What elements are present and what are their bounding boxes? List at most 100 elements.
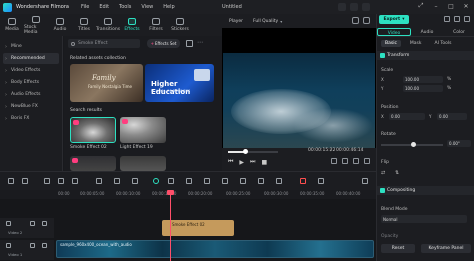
favorite-icon[interactable] <box>72 158 78 163</box>
grid-icon[interactable] <box>8 178 14 184</box>
audio-icon[interactable] <box>222 178 228 184</box>
export-button[interactable]: Export ▾ <box>379 15 409 24</box>
tab-video[interactable]: Video <box>377 28 411 36</box>
flip-horizontal-icon[interactable]: ⇄ <box>381 170 385 176</box>
rotate-knob[interactable] <box>411 142 416 147</box>
tab-stock-media[interactable]: Stock Media <box>24 14 48 36</box>
color-icon[interactable] <box>204 178 210 184</box>
more-icon[interactable]: ⋯ <box>197 39 203 46</box>
progress-knob[interactable] <box>242 149 248 154</box>
split-icon[interactable] <box>96 178 102 184</box>
account-icon[interactable] <box>338 3 346 11</box>
volume-icon[interactable] <box>353 158 359 164</box>
stop-icon[interactable]: ■ <box>261 159 267 166</box>
notification-icon[interactable] <box>350 3 358 11</box>
sidebar-item-newblue-fx[interactable]: NewBlue FX <box>3 101 59 112</box>
mic-icon[interactable] <box>240 178 246 184</box>
tab-color[interactable]: Color <box>443 28 474 36</box>
marker-icon[interactable] <box>276 178 282 184</box>
tab-filters[interactable]: Filters <box>144 14 168 36</box>
crop-icon[interactable] <box>114 178 120 184</box>
undo-icon[interactable] <box>44 178 50 184</box>
tab-stickers[interactable]: Stickers <box>168 14 192 36</box>
effect-thumb[interactable] <box>70 156 116 171</box>
redo-icon[interactable] <box>58 178 64 184</box>
play-icon[interactable]: ▶ <box>239 159 244 166</box>
sidebar-item-audio-effects[interactable]: Audio Effects <box>3 89 59 100</box>
snapshot-icon[interactable] <box>342 158 348 164</box>
asset-card-family[interactable]: Family Family Nostalgia Time <box>70 64 143 102</box>
close-icon[interactable]: ✕ <box>462 2 470 10</box>
sidebar-item-boris-fx[interactable]: Boris FX <box>3 113 59 124</box>
tab-media[interactable]: Media <box>0 14 24 36</box>
tab-audio[interactable]: Audio <box>48 14 72 36</box>
grid-icon[interactable] <box>363 17 370 24</box>
list-icon[interactable] <box>464 16 470 22</box>
transform-section[interactable]: Transform <box>377 51 474 60</box>
blend-mode-select[interactable]: Normal <box>381 215 467 223</box>
rotate-slider[interactable] <box>381 142 443 147</box>
effects-set-chip[interactable]: + Effects Set <box>147 39 180 48</box>
mark-icon[interactable] <box>331 158 337 164</box>
quality-dropdown[interactable]: Full Quality <box>253 19 278 24</box>
asset-card-higher-education[interactable]: Higher Education SCHOOL OF BUSINESS <box>145 64 214 102</box>
fullscreen-icon[interactable] <box>364 158 370 164</box>
favorite-icon[interactable] <box>73 120 79 125</box>
eye-icon[interactable] <box>42 221 47 226</box>
scale-x-field[interactable]: 100.00 <box>403 76 443 83</box>
flip-vertical-icon[interactable]: ⇅ <box>395 170 399 176</box>
toggle-icon[interactable] <box>380 188 385 193</box>
tab-effects[interactable]: Effects <box>120 14 144 36</box>
settings-icon[interactable] <box>454 16 460 22</box>
zoom-out-icon[interactable] <box>318 178 324 184</box>
ai-icon[interactable] <box>153 178 159 184</box>
record-icon[interactable] <box>300 178 306 184</box>
sidebar-item-recommended[interactable]: Recommended <box>3 53 59 64</box>
menu-edit[interactable]: Edit <box>99 4 109 10</box>
tab-titles[interactable]: Titles <box>72 14 96 36</box>
subtab-basic[interactable]: Basic <box>381 40 401 47</box>
lock-icon[interactable] <box>30 243 35 248</box>
prev-frame-icon[interactable]: ⏮ <box>228 158 233 166</box>
menu-file[interactable]: File <box>81 4 89 10</box>
minimize-icon[interactable]: – <box>432 2 440 10</box>
fullscreen-icon[interactable]: ⤢ <box>417 2 425 10</box>
position-x-field[interactable]: 0.00 <box>389 113 425 120</box>
menu-help[interactable]: Help <box>163 4 174 10</box>
effect-thumb[interactable] <box>120 156 166 171</box>
eye-icon[interactable] <box>42 243 47 248</box>
next-frame-icon[interactable]: ⏭ <box>250 158 255 166</box>
video-preview[interactable] <box>222 28 376 148</box>
tab-audio[interactable]: Audio <box>411 28 443 36</box>
speed-icon[interactable] <box>186 178 192 184</box>
menu-tools[interactable]: Tools <box>119 4 131 10</box>
rotate-field[interactable]: 0.00° <box>447 140 471 147</box>
effect-thumb-smoke-02[interactable] <box>70 117 116 143</box>
favorite-icon[interactable] <box>122 119 128 124</box>
select-icon[interactable] <box>22 178 28 184</box>
cloud-icon[interactable] <box>362 3 370 11</box>
search-input[interactable]: Smoke Effect <box>68 39 140 48</box>
delete-icon[interactable] <box>72 178 78 184</box>
sidebar-item-mine[interactable]: Mine <box>3 41 59 52</box>
scale-y-field[interactable]: 100.00 <box>403 85 443 92</box>
sidebar-item-body-effects[interactable]: Body Effects <box>3 77 59 88</box>
effect-thumb-light-19[interactable] <box>120 117 166 143</box>
sidebar-item-video-effects[interactable]: Video Effects <box>3 65 59 76</box>
compositing-section[interactable]: Compositing <box>377 186 474 195</box>
layout-icon[interactable] <box>444 16 450 22</box>
lock-icon[interactable] <box>30 221 35 226</box>
filter-icon[interactable] <box>186 40 193 47</box>
timeline-clip-video[interactable]: sample_960x400_ocean_with_audio <box>56 240 374 258</box>
toggle-icon[interactable] <box>380 53 385 58</box>
subtab-ai-tools[interactable]: AI Tools <box>431 40 456 47</box>
playhead[interactable] <box>167 190 174 261</box>
subtab-mask[interactable]: Mask <box>406 40 426 47</box>
reset-button[interactable]: Reset <box>381 244 415 253</box>
menu-view[interactable]: View <box>141 4 153 10</box>
text-icon[interactable] <box>132 178 138 184</box>
keyframe-panel-button[interactable]: Keyframe Panel <box>421 244 471 253</box>
tab-transitions[interactable]: Transitions <box>96 14 120 36</box>
zoom-in-icon[interactable] <box>362 178 368 184</box>
music-icon[interactable] <box>258 178 264 184</box>
